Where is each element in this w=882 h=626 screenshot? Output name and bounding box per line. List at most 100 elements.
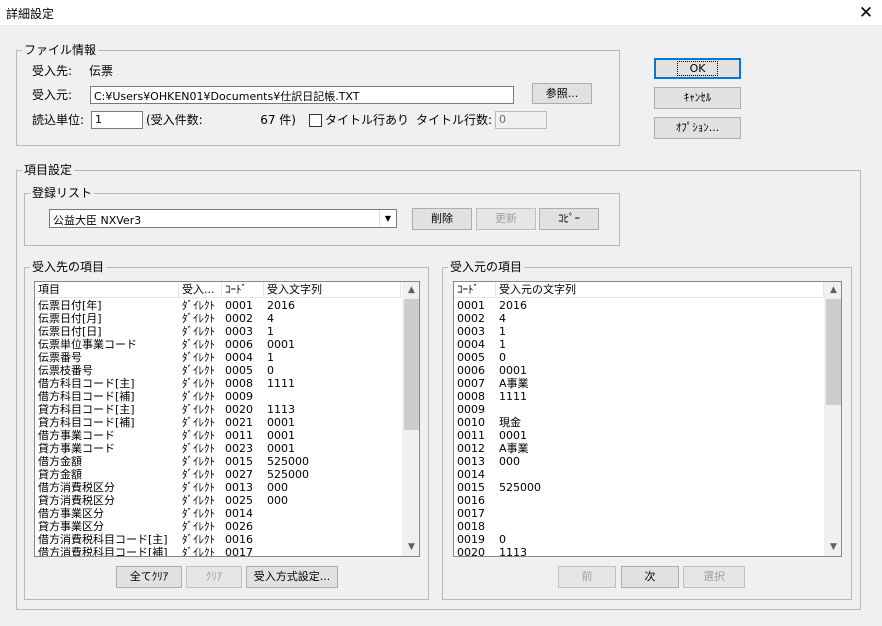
table-row[interactable]: 伝票枝番号 ﾀﾞｲﾚｸﾄ 0005 0 <box>35 364 401 377</box>
table-row[interactable]: 0014 <box>454 468 824 481</box>
table-row[interactable]: 0006 0001 <box>454 364 824 377</box>
table-cell: 伝票番号 <box>38 351 82 364</box>
source-col-code[interactable]: ｺｰﾄﾞ <box>454 282 496 298</box>
table-row[interactable]: 伝票日付[月] ﾀﾞｲﾚｸﾄ 0002 4 <box>35 312 401 325</box>
table-row[interactable]: 0004 1 <box>454 338 824 351</box>
table-row[interactable]: 伝票日付[日] ﾀﾞｲﾚｸﾄ 0003 1 <box>35 325 401 338</box>
table-row[interactable]: 借方金額 ﾀﾞｲﾚｸﾄ 0015 525000 <box>35 455 401 468</box>
scroll-up-icon[interactable]: ▲ <box>825 282 841 299</box>
table-cell: 貸方金額 <box>38 468 82 481</box>
table-row[interactable]: 貸方科目コード[主] ﾀﾞｲﾚｸﾄ 0020 1113 <box>35 403 401 416</box>
copy-button[interactable]: ｺﾋﾟｰ <box>539 208 599 230</box>
clear-all-button[interactable]: 全てｸﾘｱ <box>116 566 182 588</box>
table-row[interactable]: 0007 A事業 <box>454 377 824 390</box>
select-button[interactable]: 選択 <box>683 566 745 588</box>
unit-field[interactable]: 1 <box>91 111 143 129</box>
table-row[interactable]: 0002 4 <box>454 312 824 325</box>
dest-col-code[interactable]: ｺｰﾄﾞ <box>222 282 264 298</box>
dest-scroll-thumb[interactable] <box>404 299 419 430</box>
table-cell: 0002 <box>225 312 253 325</box>
table-row[interactable]: 0011 0001 <box>454 429 824 442</box>
table-row[interactable]: 借方消費税科目コード[主] ﾀﾞｲﾚｸﾄ 0016 <box>35 533 401 546</box>
table-cell: 0011 <box>457 429 485 442</box>
update-button[interactable]: 更新 <box>476 208 536 230</box>
table-cell: 0013 <box>457 455 485 468</box>
dest-col-item[interactable]: 項目 <box>35 282 179 298</box>
table-row[interactable]: 0009 <box>454 403 824 416</box>
table-row[interactable]: 0018 <box>454 520 824 533</box>
table-row[interactable]: 伝票番号 ﾀﾞｲﾚｸﾄ 0004 1 <box>35 351 401 364</box>
dest-items-scrollbar[interactable]: ▲ ▼ <box>402 282 419 556</box>
table-row[interactable]: 貸方事業区分 ﾀﾞｲﾚｸﾄ 0026 <box>35 520 401 533</box>
table-cell: ﾀﾞｲﾚｸﾄ <box>182 520 215 533</box>
table-row[interactable]: 借方消費税区分 ﾀﾞｲﾚｸﾄ 0013 000 <box>35 481 401 494</box>
table-row[interactable]: 0019 0 <box>454 533 824 546</box>
table-row[interactable]: 0020 1113 <box>454 546 824 557</box>
table-row[interactable]: 貸方金額 ﾀﾞｲﾚｸﾄ 0027 525000 <box>35 468 401 481</box>
source-items-scrollbar[interactable]: ▲ ▼ <box>824 282 841 556</box>
table-row[interactable]: 伝票単位事業コード ﾀﾞｲﾚｸﾄ 0006 0001 <box>35 338 401 351</box>
options-button-label: ｵﾌﾟｼｮﾝ... <box>675 121 720 134</box>
dest-items-list[interactable]: 項目 受入... ｺｰﾄﾞ 受入文字列 伝票日付[年] ﾀﾞｲﾚｸﾄ 0001 201… <box>34 281 420 557</box>
table-row[interactable]: 貸方事業コード ﾀﾞｲﾚｸﾄ 0023 0001 <box>35 442 401 455</box>
table-row[interactable]: 0008 1111 <box>454 390 824 403</box>
source-path-field[interactable]: C:¥Users¥OHKEN01¥Documents¥仕訳日記帳.TXT <box>90 86 514 104</box>
table-row[interactable]: 伝票日付[年] ﾀﾞｲﾚｸﾄ 0001 2016 <box>35 299 401 312</box>
table-cell: 0023 <box>225 442 253 455</box>
table-cell: 0014 <box>225 507 253 520</box>
table-row[interactable]: 借方事業コード ﾀﾞｲﾚｸﾄ 0011 0001 <box>35 429 401 442</box>
title-rows-field[interactable]: 0 <box>495 111 547 129</box>
table-row[interactable]: 0015 525000 <box>454 481 824 494</box>
table-row[interactable]: 0005 0 <box>454 351 824 364</box>
table-cell: 0020 <box>457 546 485 557</box>
item-settings-label: 項目設定 <box>22 163 75 177</box>
scroll-down-icon[interactable]: ▼ <box>825 539 841 556</box>
table-cell: 1113 <box>499 546 527 557</box>
ok-button[interactable]: OK <box>654 58 741 79</box>
update-button-label: 更新 <box>495 212 517 225</box>
source-col-string[interactable]: 受入元の文字列 <box>496 282 824 298</box>
table-cell: 0018 <box>457 520 485 533</box>
table-row[interactable]: 0013 000 <box>454 455 824 468</box>
scroll-up-icon[interactable]: ▲ <box>403 282 419 299</box>
dest-col-string[interactable]: 受入文字列 <box>264 282 401 298</box>
table-cell: ﾀﾞｲﾚｸﾄ <box>182 442 215 455</box>
chevron-down-icon[interactable]: ▼ <box>379 210 396 227</box>
table-row[interactable]: 0016 <box>454 494 824 507</box>
table-row[interactable]: 0012 A事業 <box>454 442 824 455</box>
delete-button[interactable]: 削除 <box>412 208 472 230</box>
close-icon[interactable]: ✕ <box>852 1 880 25</box>
table-cell: ﾀﾞｲﾚｸﾄ <box>182 325 215 338</box>
source-items-list[interactable]: ｺｰﾄﾞ 受入元の文字列 0001 2016 0002 4 0003 1 0004 1 0005… <box>453 281 842 557</box>
table-row[interactable]: 0017 <box>454 507 824 520</box>
dest-col-method[interactable]: 受入... <box>179 282 222 298</box>
table-row[interactable]: 貸方消費税区分 ﾀﾞｲﾚｸﾄ 0025 000 <box>35 494 401 507</box>
table-cell: 0001 <box>267 416 295 429</box>
prev-button[interactable]: 前 <box>558 566 616 588</box>
clear-button[interactable]: ｸﾘｱ <box>186 566 242 588</box>
table-cell: ﾀﾞｲﾚｸﾄ <box>182 533 215 546</box>
title-row-checkbox[interactable] <box>309 114 322 127</box>
import-method-button[interactable]: 受入方式設定... <box>246 566 338 588</box>
table-cell: 借方事業コード <box>38 429 115 442</box>
table-row[interactable]: 貸方科目コード[補] ﾀﾞｲﾚｸﾄ 0021 0001 <box>35 416 401 429</box>
scroll-down-icon[interactable]: ▼ <box>403 539 419 556</box>
table-cell: 1 <box>267 351 274 364</box>
table-cell: 0015 <box>457 481 485 494</box>
table-row[interactable]: 0010 現金 <box>454 416 824 429</box>
table-row[interactable]: 借方科目コード[補] ﾀﾞｲﾚｸﾄ 0009 <box>35 390 401 403</box>
cancel-button[interactable]: ｷｬﾝｾﾙ <box>654 87 741 109</box>
options-button[interactable]: ｵﾌﾟｼｮﾝ... <box>654 117 741 139</box>
next-button-label: 次 <box>644 570 656 583</box>
table-row[interactable]: 借方事業区分 ﾀﾞｲﾚｸﾄ 0014 <box>35 507 401 520</box>
next-button[interactable]: 次 <box>621 566 679 588</box>
table-row[interactable]: 0001 2016 <box>454 299 824 312</box>
table-cell: 0027 <box>225 468 253 481</box>
table-row[interactable]: 借方消費税科目コード[補] ﾀﾞｲﾚｸﾄ 0017 <box>35 546 401 556</box>
table-row[interactable]: 借方科目コード[主] ﾀﾞｲﾚｸﾄ 0008 1111 <box>35 377 401 390</box>
registry-dropdown[interactable]: 公益大臣 NXVer3 ▼ <box>49 209 397 228</box>
table-row[interactable]: 0003 1 <box>454 325 824 338</box>
browse-button[interactable]: 参照... <box>532 83 592 104</box>
table-cell: ﾀﾞｲﾚｸﾄ <box>182 377 215 390</box>
source-scroll-thumb[interactable] <box>826 299 841 405</box>
